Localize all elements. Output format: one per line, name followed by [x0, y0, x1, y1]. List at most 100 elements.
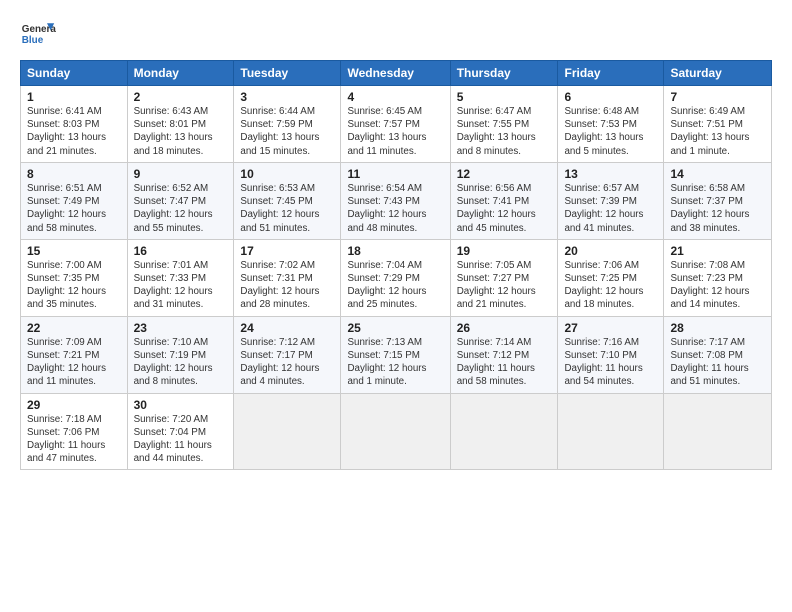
calendar-cell: 20Sunrise: 7:06 AM Sunset: 7:25 PM Dayli…: [558, 239, 664, 316]
calendar-cell: [341, 393, 450, 470]
day-number: 15: [27, 244, 121, 258]
day-info: Sunrise: 6:53 AM Sunset: 7:45 PM Dayligh…: [240, 182, 334, 235]
calendar-cell: 6Sunrise: 6:48 AM Sunset: 7:53 PM Daylig…: [558, 86, 664, 163]
page: General Blue SundayMondayTuesdayWednesda…: [0, 0, 792, 612]
calendar-cell: 30Sunrise: 7:20 AM Sunset: 7:04 PM Dayli…: [127, 393, 234, 470]
day-info: Sunrise: 6:56 AM Sunset: 7:41 PM Dayligh…: [457, 182, 552, 235]
day-number: 13: [564, 167, 657, 181]
day-info: Sunrise: 7:09 AM Sunset: 7:21 PM Dayligh…: [27, 336, 121, 389]
calendar-cell: 5Sunrise: 6:47 AM Sunset: 7:55 PM Daylig…: [450, 86, 558, 163]
day-number: 19: [457, 244, 552, 258]
calendar-week-2: 8Sunrise: 6:51 AM Sunset: 7:49 PM Daylig…: [21, 162, 772, 239]
svg-text:Blue: Blue: [22, 35, 44, 46]
calendar-cell: 18Sunrise: 7:04 AM Sunset: 7:29 PM Dayli…: [341, 239, 450, 316]
day-info: Sunrise: 6:51 AM Sunset: 7:49 PM Dayligh…: [27, 182, 121, 235]
day-number: 22: [27, 321, 121, 335]
calendar-body: 1Sunrise: 6:41 AM Sunset: 8:03 PM Daylig…: [21, 86, 772, 470]
day-number: 30: [134, 398, 228, 412]
day-info: Sunrise: 7:08 AM Sunset: 7:23 PM Dayligh…: [670, 259, 765, 312]
calendar-cell: 19Sunrise: 7:05 AM Sunset: 7:27 PM Dayli…: [450, 239, 558, 316]
day-number: 21: [670, 244, 765, 258]
calendar-cell: [558, 393, 664, 470]
day-info: Sunrise: 7:13 AM Sunset: 7:15 PM Dayligh…: [347, 336, 443, 389]
calendar-cell: 14Sunrise: 6:58 AM Sunset: 7:37 PM Dayli…: [664, 162, 772, 239]
day-info: Sunrise: 7:01 AM Sunset: 7:33 PM Dayligh…: [134, 259, 228, 312]
day-number: 7: [670, 90, 765, 104]
day-info: Sunrise: 7:20 AM Sunset: 7:04 PM Dayligh…: [134, 413, 228, 466]
weekday-thursday: Thursday: [450, 61, 558, 86]
calendar-cell: 10Sunrise: 6:53 AM Sunset: 7:45 PM Dayli…: [234, 162, 341, 239]
day-number: 8: [27, 167, 121, 181]
calendar-cell: 16Sunrise: 7:01 AM Sunset: 7:33 PM Dayli…: [127, 239, 234, 316]
day-info: Sunrise: 6:57 AM Sunset: 7:39 PM Dayligh…: [564, 182, 657, 235]
calendar-cell: 15Sunrise: 7:00 AM Sunset: 7:35 PM Dayli…: [21, 239, 128, 316]
calendar-cell: 21Sunrise: 7:08 AM Sunset: 7:23 PM Dayli…: [664, 239, 772, 316]
day-info: Sunrise: 7:04 AM Sunset: 7:29 PM Dayligh…: [347, 259, 443, 312]
calendar-cell: 4Sunrise: 6:45 AM Sunset: 7:57 PM Daylig…: [341, 86, 450, 163]
day-number: 26: [457, 321, 552, 335]
day-info: Sunrise: 6:45 AM Sunset: 7:57 PM Dayligh…: [347, 105, 443, 158]
logo: General Blue: [20, 16, 56, 52]
calendar-week-5: 29Sunrise: 7:18 AM Sunset: 7:06 PM Dayli…: [21, 393, 772, 470]
day-number: 29: [27, 398, 121, 412]
day-info: Sunrise: 7:18 AM Sunset: 7:06 PM Dayligh…: [27, 413, 121, 466]
day-info: Sunrise: 6:44 AM Sunset: 7:59 PM Dayligh…: [240, 105, 334, 158]
day-number: 18: [347, 244, 443, 258]
day-number: 27: [564, 321, 657, 335]
weekday-saturday: Saturday: [664, 61, 772, 86]
day-number: 6: [564, 90, 657, 104]
calendar-cell: 26Sunrise: 7:14 AM Sunset: 7:12 PM Dayli…: [450, 316, 558, 393]
weekday-wednesday: Wednesday: [341, 61, 450, 86]
weekday-tuesday: Tuesday: [234, 61, 341, 86]
day-number: 9: [134, 167, 228, 181]
day-number: 28: [670, 321, 765, 335]
day-info: Sunrise: 6:58 AM Sunset: 7:37 PM Dayligh…: [670, 182, 765, 235]
calendar-cell: 29Sunrise: 7:18 AM Sunset: 7:06 PM Dayli…: [21, 393, 128, 470]
day-number: 3: [240, 90, 334, 104]
day-number: 25: [347, 321, 443, 335]
day-number: 4: [347, 90, 443, 104]
logo-icon: General Blue: [20, 16, 56, 52]
calendar-cell: [664, 393, 772, 470]
day-info: Sunrise: 6:43 AM Sunset: 8:01 PM Dayligh…: [134, 105, 228, 158]
day-number: 10: [240, 167, 334, 181]
day-number: 16: [134, 244, 228, 258]
day-number: 2: [134, 90, 228, 104]
day-number: 24: [240, 321, 334, 335]
day-number: 5: [457, 90, 552, 104]
day-number: 20: [564, 244, 657, 258]
calendar-week-3: 15Sunrise: 7:00 AM Sunset: 7:35 PM Dayli…: [21, 239, 772, 316]
calendar-table: SundayMondayTuesdayWednesdayThursdayFrid…: [20, 60, 772, 470]
calendar-cell: 7Sunrise: 6:49 AM Sunset: 7:51 PM Daylig…: [664, 86, 772, 163]
day-number: 12: [457, 167, 552, 181]
calendar-cell: 24Sunrise: 7:12 AM Sunset: 7:17 PM Dayli…: [234, 316, 341, 393]
calendar-cell: 28Sunrise: 7:17 AM Sunset: 7:08 PM Dayli…: [664, 316, 772, 393]
day-number: 11: [347, 167, 443, 181]
day-info: Sunrise: 7:02 AM Sunset: 7:31 PM Dayligh…: [240, 259, 334, 312]
calendar-cell: 3Sunrise: 6:44 AM Sunset: 7:59 PM Daylig…: [234, 86, 341, 163]
day-info: Sunrise: 6:54 AM Sunset: 7:43 PM Dayligh…: [347, 182, 443, 235]
day-number: 23: [134, 321, 228, 335]
weekday-sunday: Sunday: [21, 61, 128, 86]
calendar-cell: 13Sunrise: 6:57 AM Sunset: 7:39 PM Dayli…: [558, 162, 664, 239]
day-info: Sunrise: 7:10 AM Sunset: 7:19 PM Dayligh…: [134, 336, 228, 389]
day-info: Sunrise: 6:47 AM Sunset: 7:55 PM Dayligh…: [457, 105, 552, 158]
calendar-cell: 9Sunrise: 6:52 AM Sunset: 7:47 PM Daylig…: [127, 162, 234, 239]
calendar-cell: 12Sunrise: 6:56 AM Sunset: 7:41 PM Dayli…: [450, 162, 558, 239]
calendar-cell: [234, 393, 341, 470]
calendar-week-1: 1Sunrise: 6:41 AM Sunset: 8:03 PM Daylig…: [21, 86, 772, 163]
day-info: Sunrise: 6:41 AM Sunset: 8:03 PM Dayligh…: [27, 105, 121, 158]
calendar-cell: 27Sunrise: 7:16 AM Sunset: 7:10 PM Dayli…: [558, 316, 664, 393]
day-info: Sunrise: 6:48 AM Sunset: 7:53 PM Dayligh…: [564, 105, 657, 158]
weekday-header-row: SundayMondayTuesdayWednesdayThursdayFrid…: [21, 61, 772, 86]
day-info: Sunrise: 7:16 AM Sunset: 7:10 PM Dayligh…: [564, 336, 657, 389]
day-info: Sunrise: 7:05 AM Sunset: 7:27 PM Dayligh…: [457, 259, 552, 312]
weekday-friday: Friday: [558, 61, 664, 86]
day-info: Sunrise: 6:49 AM Sunset: 7:51 PM Dayligh…: [670, 105, 765, 158]
weekday-monday: Monday: [127, 61, 234, 86]
day-number: 1: [27, 90, 121, 104]
day-info: Sunrise: 7:12 AM Sunset: 7:17 PM Dayligh…: [240, 336, 334, 389]
calendar-cell: 1Sunrise: 6:41 AM Sunset: 8:03 PM Daylig…: [21, 86, 128, 163]
day-info: Sunrise: 7:14 AM Sunset: 7:12 PM Dayligh…: [457, 336, 552, 389]
calendar-cell: 2Sunrise: 6:43 AM Sunset: 8:01 PM Daylig…: [127, 86, 234, 163]
